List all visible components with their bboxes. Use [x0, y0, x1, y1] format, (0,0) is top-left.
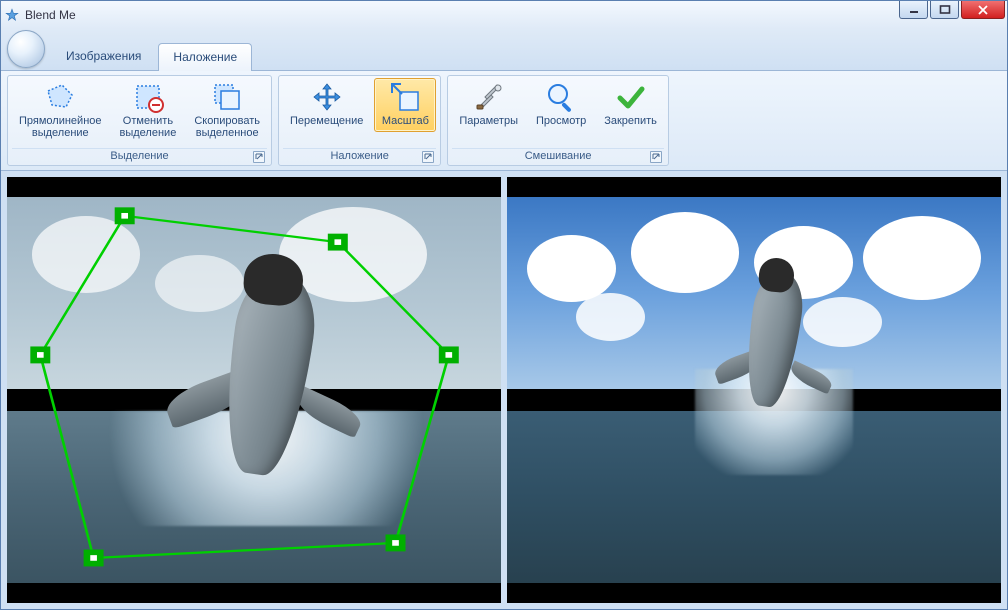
- maximize-button[interactable]: [930, 1, 959, 19]
- move-icon: [311, 81, 343, 113]
- scale-label: Масштаб: [382, 115, 429, 127]
- copy-selection-button[interactable]: Скопировать выделенное: [187, 78, 267, 144]
- magnifier-icon: [545, 81, 577, 113]
- preview-button[interactable]: Просмотр: [529, 78, 593, 132]
- source-pane[interactable]: [7, 177, 501, 603]
- window-controls: [899, 1, 1005, 19]
- move-label: Перемещение: [290, 115, 363, 127]
- apply-button[interactable]: Закрепить: [597, 78, 664, 132]
- group-blending-title: Смешивание: [525, 150, 592, 162]
- cancel-selection-button[interactable]: Отменить выделение: [113, 78, 184, 144]
- group-blending: Параметры Просмотр Закрепить Смешивание: [447, 75, 669, 166]
- app-orb-button[interactable]: [7, 30, 45, 68]
- ribbon-tabstrip: Изображения Наложение: [1, 29, 1007, 71]
- rectilinear-selection-label: Прямолинейное выделение: [19, 115, 102, 139]
- group-overlay-launcher[interactable]: [422, 151, 434, 163]
- ribbon: Прямолинейное выделение Отменить выделен…: [1, 71, 1007, 171]
- tools-icon: [473, 81, 505, 113]
- close-button[interactable]: [961, 1, 1005, 19]
- titlebar[interactable]: Blend Me: [1, 1, 1007, 29]
- group-overlay-title: Наложение: [330, 150, 388, 162]
- scale-button[interactable]: Масштаб: [374, 78, 436, 132]
- polygon-select-icon: [44, 81, 76, 113]
- copy-selection-icon: [211, 81, 243, 113]
- tab-images[interactable]: Изображения: [51, 42, 156, 70]
- window-title: Blend Me: [25, 8, 76, 22]
- app-window: Blend Me Изображения Наложение Прямолине…: [0, 0, 1008, 610]
- group-blending-launcher[interactable]: [650, 151, 662, 163]
- copy-selection-label: Скопировать выделенное: [194, 115, 260, 139]
- parameters-label: Параметры: [459, 115, 518, 127]
- cancel-selection-icon: [132, 81, 164, 113]
- preview-label: Просмотр: [536, 115, 586, 127]
- group-selection-launcher[interactable]: [253, 151, 265, 163]
- check-icon: [615, 81, 647, 113]
- app-icon: [5, 8, 19, 22]
- target-pane[interactable]: [507, 177, 1001, 603]
- minimize-button[interactable]: [899, 1, 928, 19]
- group-selection: Прямолинейное выделение Отменить выделен…: [7, 75, 272, 166]
- rectilinear-selection-button[interactable]: Прямолинейное выделение: [12, 78, 109, 144]
- move-button[interactable]: Перемещение: [283, 78, 370, 132]
- tab-overlay[interactable]: Наложение: [158, 43, 252, 71]
- cancel-selection-label: Отменить выделение: [120, 115, 177, 139]
- scale-icon: [389, 81, 421, 113]
- parameters-button[interactable]: Параметры: [452, 78, 525, 132]
- group-overlay: Перемещение Масштаб Наложение: [278, 75, 441, 166]
- content-area: [1, 171, 1007, 609]
- group-selection-title: Выделение: [110, 150, 168, 162]
- apply-label: Закрепить: [604, 115, 657, 127]
